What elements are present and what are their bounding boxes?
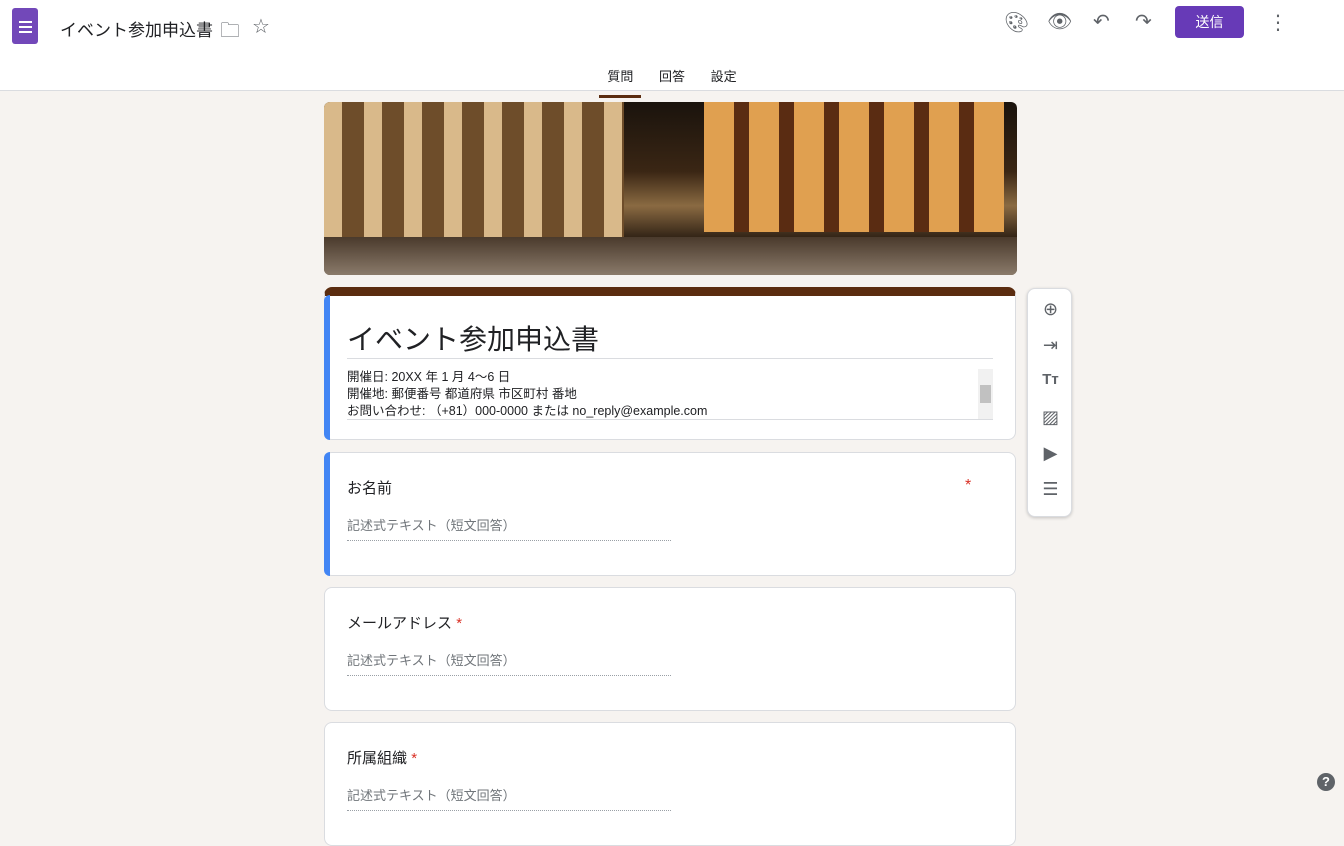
tab-settings[interactable]: 設定 bbox=[703, 64, 745, 95]
folder-icon[interactable]: 🗀 bbox=[220, 16, 240, 50]
short-answer-placeholder: 記述式テキスト（短文回答） bbox=[347, 650, 671, 676]
tab-questions[interactable]: 質問 bbox=[599, 64, 642, 98]
required-marker: * bbox=[411, 750, 418, 767]
required-marker: * bbox=[456, 615, 463, 632]
add-section-icon[interactable]: ☰ bbox=[1028, 479, 1073, 500]
tab-responses[interactable]: 回答 bbox=[651, 64, 693, 95]
import-questions-icon[interactable]: ⇥ bbox=[1028, 335, 1073, 356]
form-title-card[interactable]: イベント参加申込書 開催日: 20XX 年 1 月 4〜6 日 開催地: 郵便番… bbox=[324, 287, 1016, 440]
forms-logo-icon[interactable] bbox=[12, 8, 38, 44]
add-title-icon[interactable]: Tт bbox=[1028, 371, 1073, 388]
form-title[interactable]: イベント参加申込書 bbox=[347, 318, 599, 358]
header-image bbox=[324, 102, 1017, 275]
required-marker: * bbox=[965, 477, 972, 494]
top-bar: イベント参加申込書 🗀 ☆ 🎨︎ 👁︎ ↶ ↷ 送信 ⋮ 質問 回答 設定 bbox=[0, 0, 1344, 98]
send-button[interactable]: 送信 bbox=[1175, 6, 1244, 38]
preview-eye-icon[interactable]: 👁︎ bbox=[1047, 9, 1072, 34]
undo-icon[interactable]: ↶ bbox=[1093, 9, 1110, 34]
question-label: 所属組織 bbox=[347, 750, 408, 767]
description-line: お問い合わせ: （+81）000-0000 または no_reply@examp… bbox=[347, 404, 708, 418]
question-card[interactable]: お名前 * 記述式テキスト（短文回答） bbox=[324, 452, 1016, 576]
question-card[interactable]: メールアドレス * 記述式テキスト（短文回答） bbox=[324, 587, 1016, 711]
description-line: 開催日: 20XX 年 1 月 4〜6 日 bbox=[347, 370, 511, 384]
scrollbar[interactable] bbox=[978, 369, 993, 419]
palette-icon[interactable]: 🎨︎ bbox=[1004, 10, 1029, 35]
short-answer-placeholder: 記述式テキスト（短文回答） bbox=[347, 515, 671, 541]
document-title[interactable]: イベント参加申込書 bbox=[60, 16, 213, 41]
add-question-icon[interactable]: ⊕ bbox=[1028, 299, 1073, 320]
add-image-icon[interactable]: ▨ bbox=[1028, 407, 1073, 428]
floating-toolbar: ⊕ ⇥ Tт ▨ ▶ ☰ bbox=[1027, 288, 1072, 517]
form-description[interactable]: 開催日: 20XX 年 1 月 4〜6 日 開催地: 郵便番号 都道府県 市区町… bbox=[347, 358, 993, 420]
description-line: 開催地: 郵便番号 都道府県 市区町村 番地 bbox=[347, 387, 577, 401]
star-icon[interactable]: ☆ bbox=[252, 14, 270, 39]
redo-icon[interactable]: ↷ bbox=[1135, 9, 1152, 34]
help-icon[interactable]: ? bbox=[1317, 773, 1335, 791]
add-video-icon[interactable]: ▶ bbox=[1028, 443, 1073, 464]
more-options-icon[interactable]: ⋮ bbox=[1268, 10, 1288, 35]
question-label: お名前 bbox=[347, 480, 393, 497]
question-card[interactable]: 所属組織 * 記述式テキスト（短文回答） bbox=[324, 722, 1016, 846]
short-answer-placeholder: 記述式テキスト（短文回答） bbox=[347, 785, 671, 811]
question-label: メールアドレス bbox=[347, 615, 453, 632]
